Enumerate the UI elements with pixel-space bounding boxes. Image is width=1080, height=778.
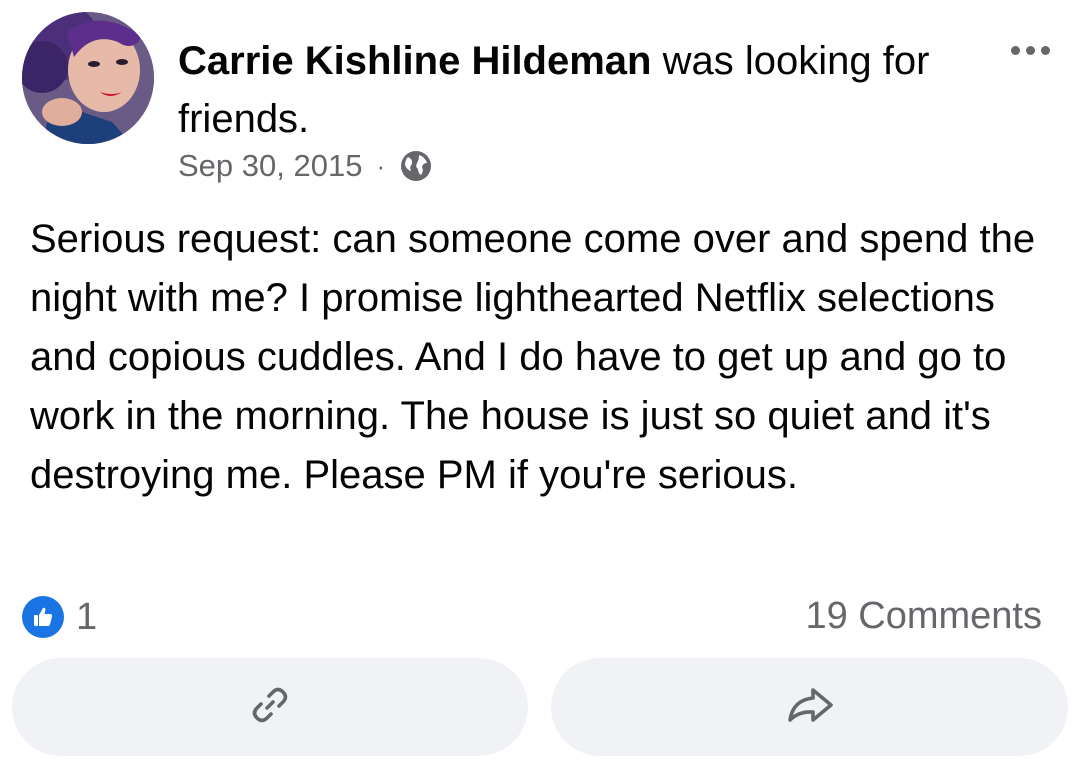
post-card: Carrie Kishline Hildeman was looking for… — [0, 0, 1080, 778]
share-button[interactable] — [551, 658, 1068, 756]
post-date[interactable]: Sep 30, 2015 — [178, 148, 362, 184]
globe-icon — [399, 149, 433, 183]
share-arrow-icon — [785, 682, 835, 733]
more-dot — [1025, 45, 1035, 55]
comments-count[interactable]: 19 Comments — [805, 590, 1042, 642]
post-body-text: Serious request: can someone come over a… — [30, 217, 1036, 497]
copy-link-button[interactable] — [12, 658, 528, 756]
more-options-button[interactable] — [1000, 30, 1060, 70]
post-header: Carrie Kishline Hildeman was looking for… — [178, 32, 958, 148]
avatar[interactable] — [22, 12, 154, 144]
reactions-summary[interactable]: 1 — [22, 596, 97, 638]
reaction-count: 1 — [76, 595, 98, 638]
author-name[interactable]: Carrie Kishline Hildeman — [178, 39, 651, 83]
meta-separator: · — [376, 150, 386, 181]
avatar-image — [22, 12, 154, 144]
more-dot — [1040, 45, 1050, 55]
like-icon — [22, 596, 64, 638]
post-meta: Sep 30, 2015 · — [178, 144, 433, 188]
link-icon — [247, 682, 293, 733]
more-dot — [1010, 45, 1020, 55]
